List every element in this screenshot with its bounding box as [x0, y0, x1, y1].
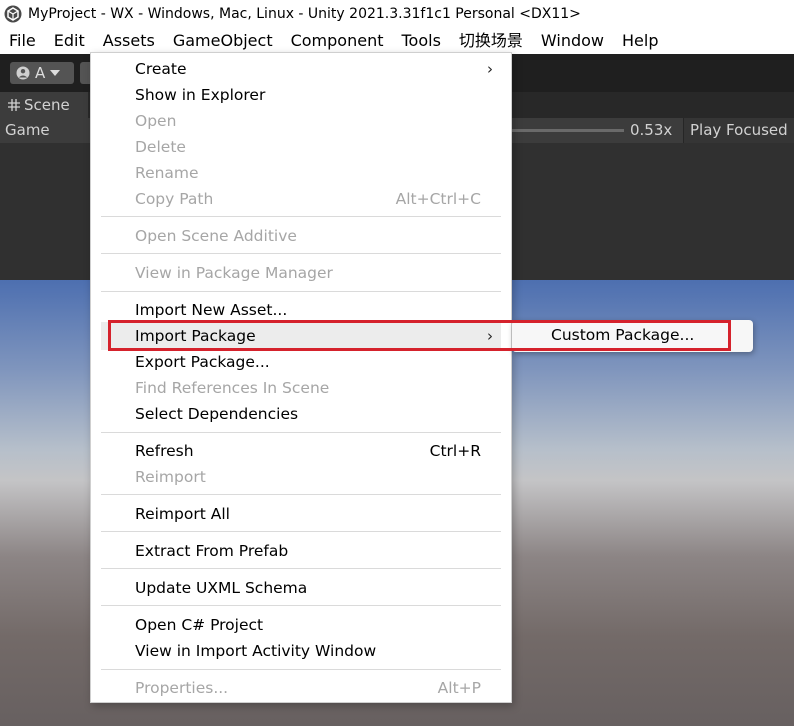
menu-item-open: Open: [135, 112, 177, 130]
shortcut-properties: Alt+P: [437, 679, 481, 697]
menu-separator: [101, 216, 501, 217]
menu-file[interactable]: File: [0, 28, 45, 54]
menu-item-properties: Properties...: [135, 679, 229, 697]
chevron-right-icon: ›: [487, 60, 493, 78]
menu-item-show-in-explorer[interactable]: Show in Explorer: [135, 86, 265, 104]
menu-item-copy-path: Copy Path: [135, 190, 214, 208]
menu-item-select-dependencies[interactable]: Select Dependencies: [135, 405, 298, 423]
menu-separator: [101, 494, 501, 495]
menu-separator: [101, 669, 501, 670]
tab-scene[interactable]: Scene: [0, 92, 88, 118]
menu-tools[interactable]: Tools: [392, 28, 449, 54]
menu-edit[interactable]: Edit: [45, 28, 94, 54]
account-dropdown[interactable]: A: [10, 62, 74, 84]
menu-bar: File Edit Assets GameObject Component To…: [0, 28, 794, 54]
menu-component[interactable]: Component: [282, 28, 393, 54]
menu-item-create[interactable]: Create: [135, 60, 187, 78]
menu-item-export-package[interactable]: Export Package...: [135, 353, 270, 371]
menu-item-refresh[interactable]: Refresh: [135, 442, 194, 460]
assets-dropdown-menu: Create › Show in Explorer Open Delete Re…: [90, 52, 512, 703]
menu-item-update-uxml-schema[interactable]: Update UXML Schema: [135, 579, 307, 597]
menu-item-rename: Rename: [135, 164, 199, 182]
chevron-down-icon: [50, 70, 61, 76]
menu-separator: [101, 605, 501, 606]
menu-item-open-csharp-project[interactable]: Open C# Project: [135, 616, 263, 634]
unity-logo-icon: [4, 5, 22, 23]
shortcut-refresh: Ctrl+R: [429, 442, 481, 460]
menu-separator: [101, 531, 501, 532]
menu-window[interactable]: Window: [532, 28, 613, 54]
annotation-highlight-box: [108, 320, 731, 351]
account-label: A: [35, 64, 46, 82]
tab-game[interactable]: Game: [5, 118, 50, 143]
menu-separator: [101, 568, 501, 569]
window-title: MyProject - WX - Windows, Mac, Linux - U…: [28, 6, 581, 22]
menu-separator: [101, 291, 501, 292]
menu-item-delete: Delete: [135, 138, 186, 156]
grid-icon: [8, 99, 20, 111]
menu-separator: [101, 253, 501, 254]
menu-item-view-in-package-manager: View in Package Manager: [135, 264, 333, 282]
menu-help[interactable]: Help: [613, 28, 667, 54]
menu-item-reimport: Reimport: [135, 468, 206, 486]
menu-separator: [101, 432, 501, 433]
menu-item-open-scene-additive: Open Scene Additive: [135, 227, 297, 245]
menu-assets[interactable]: Assets: [93, 28, 164, 54]
menu-gameobject[interactable]: GameObject: [164, 28, 282, 54]
scale-slider[interactable]: [512, 129, 624, 132]
window-title-bar: MyProject - WX - Windows, Mac, Linux - U…: [0, 0, 794, 28]
menu-switch-scene[interactable]: 切换场景: [450, 28, 532, 54]
account-icon: [16, 66, 30, 80]
menu-item-import-new-asset[interactable]: Import New Asset...: [135, 301, 287, 319]
shortcut-copy-path: Alt+Ctrl+C: [395, 190, 481, 208]
menu-item-reimport-all[interactable]: Reimport All: [135, 505, 230, 523]
menu-item-find-references: Find References In Scene: [135, 379, 330, 397]
scale-value: 0.53x: [630, 121, 673, 139]
menu-item-view-import-activity[interactable]: View in Import Activity Window: [135, 642, 376, 660]
play-mode-dropdown[interactable]: Play Focused: [683, 118, 794, 143]
tab-scene-label: Scene: [24, 96, 70, 114]
menu-item-extract-from-prefab[interactable]: Extract From Prefab: [135, 542, 288, 560]
